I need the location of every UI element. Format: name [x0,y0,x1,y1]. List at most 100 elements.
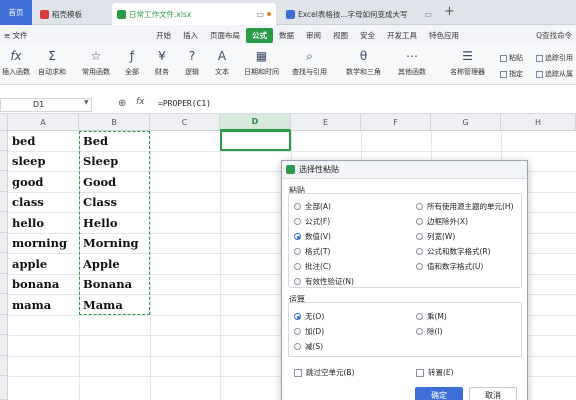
paste-name-button[interactable]: 粘贴 [500,53,523,63]
row-header[interactable] [0,151,8,171]
option-label: 数值(V) [305,232,331,241]
row-header[interactable] [0,376,8,400]
radio-icon [416,263,423,270]
more-functions-button[interactable]: ⋯ 其他函数 [398,49,426,77]
chevron-down-icon[interactable]: ▼ [84,99,89,106]
active-cell-d1[interactable] [220,130,291,151]
operation-add-option[interactable]: 加(D) [294,326,324,337]
paste-formulas-numformat-option[interactable]: 公式和数字格式(R) [416,246,491,257]
menu-page-layout[interactable]: 页面布局 [204,28,246,43]
row-header[interactable] [0,192,8,212]
row-header[interactable] [0,335,8,356]
formula-input[interactable]: =PROPER(C1) [158,99,211,108]
ok-button[interactable]: 确定 [415,387,463,400]
file-menu[interactable]: ≡ 文件 [0,28,40,43]
menu-review[interactable]: 审阅 [300,28,327,43]
column-header-e[interactable]: E [291,114,361,131]
row-header[interactable] [0,233,8,253]
row-header[interactable] [0,315,8,335]
paste-comments-option[interactable]: 批注(C) [294,261,331,272]
row-header[interactable] [0,294,8,315]
paste-all-option[interactable]: 全部(A) [294,201,331,212]
column-header-c[interactable]: C [150,114,220,131]
paste-validation-option[interactable]: 有效性验证(N) [294,276,354,287]
paste-formulas-option[interactable]: 公式(F) [294,216,330,227]
menu-formulas[interactable]: 公式 [246,27,273,43]
select-all-corner[interactable] [0,114,8,131]
cell-a4[interactable]: class [9,192,44,212]
lookup-reference-button[interactable]: ⌕ 查找与引用 [292,49,327,77]
operation-multiply-option[interactable]: 乘(M) [416,311,447,322]
cell-a7[interactable]: apple [9,254,47,274]
paste-no-borders-option[interactable]: 边框除外(X) [416,216,468,227]
cell-a5[interactable]: hello [9,213,44,233]
paste-source-theme-option[interactable]: 所有使用源主题的单元(H) [416,201,514,212]
radio-selected-icon [294,233,301,240]
cell-a8[interactable]: bonana [9,274,59,294]
autosum-button[interactable]: Σ 自动求和 [38,49,66,77]
cell-a2[interactable]: sleep [9,151,46,171]
column-header-f[interactable]: F [361,114,431,131]
paste-formats-option[interactable]: 格式(T) [294,246,330,257]
math-trig-button[interactable]: θ 数学和三角 [346,49,381,77]
search-command[interactable]: Q查找命令 [530,28,576,43]
trace-dependents-button[interactable]: 追踪从属 [536,69,573,79]
tab-article[interactable]: Excel表格技...字母如何变成大写 ▭ [281,3,437,25]
insert-function-button[interactable]: fx 插入函数 [2,49,30,77]
column-header-h[interactable]: H [501,114,576,131]
menu-developer[interactable]: 开发工具 [381,28,423,43]
cell-a3[interactable]: good [9,172,43,192]
paste-values-numformat-option[interactable]: 值和数字格式(U) [416,261,483,272]
paste-col-widths-option[interactable]: 列宽(W) [416,231,455,242]
column-header-g[interactable]: G [431,114,501,131]
menu-data[interactable]: 数据 [273,28,300,43]
trace-precedents-button[interactable]: 追踪引用 [536,53,573,63]
column-header-b[interactable]: B [79,114,150,131]
docer-icon [40,9,49,19]
trace-icon [536,54,543,62]
menu-special[interactable]: 特色应用 [423,28,465,43]
menu-insert[interactable]: 插入 [177,28,204,43]
zoom-icon[interactable]: ⊕ [118,98,126,109]
cell-a9[interactable]: mama [9,295,51,315]
column-header-d[interactable]: D [220,114,291,131]
menu-view[interactable]: 视图 [327,28,354,43]
operation-divide-option[interactable]: 除(I) [416,326,443,337]
all-functions-button[interactable]: ƒ 全部 [124,49,140,77]
common-functions-button[interactable]: ☆ 常用函数 [82,49,110,77]
paste-values-option[interactable]: 数值(V) [294,231,331,242]
text-button[interactable]: A 文本 [214,49,230,77]
row-header[interactable] [0,274,8,294]
operation-none-option[interactable]: 无(O) [294,311,324,322]
row-header[interactable] [0,212,8,233]
new-tab-icon[interactable]: + [444,4,455,19]
menu-security[interactable]: 安全 [354,28,381,43]
row-header[interactable] [0,131,8,151]
cell-a6[interactable]: morning [9,233,67,253]
tab-current-workbook[interactable]: 日常工作文件.xlsx ▭ [112,3,276,25]
option-label: 无(O) [305,312,325,321]
column-header-a[interactable]: A [8,114,79,131]
cell-a1[interactable]: bed [9,131,35,151]
cancel-button[interactable]: 取消 [469,387,517,400]
name-manager-button[interactable]: ☰ 名称管理器 [450,49,485,77]
star-function-icon: ☆ [90,49,102,63]
menu-home[interactable]: 开始 [150,28,177,43]
tab-templates[interactable]: 稻壳模板 [35,3,109,25]
row-header[interactable] [0,253,8,274]
logical-button[interactable]: ? 逻辑 [184,49,200,77]
row-header[interactable] [0,171,8,192]
dialog-title-bar[interactable]: 选择性粘贴 [282,161,527,179]
date-time-button[interactable]: ▦ 日期和时间 [244,49,279,77]
fx-icon[interactable]: fx [136,97,145,107]
transpose-checkbox[interactable]: 转置(E) [416,367,454,378]
skip-blanks-checkbox[interactable]: 跳过空单元(B) [294,367,355,378]
define-name-button[interactable]: 指定 [500,69,523,79]
row-header[interactable] [0,356,8,376]
window-icon[interactable]: ▭ [256,10,264,19]
name-box[interactable]: D1 [0,98,92,112]
operation-subtract-option[interactable]: 减(S) [294,341,323,352]
tab-home[interactable]: 首页 [0,0,32,25]
window-icon[interactable]: ▭ [424,10,432,19]
financial-button[interactable]: ¥ 财务 [154,49,170,77]
